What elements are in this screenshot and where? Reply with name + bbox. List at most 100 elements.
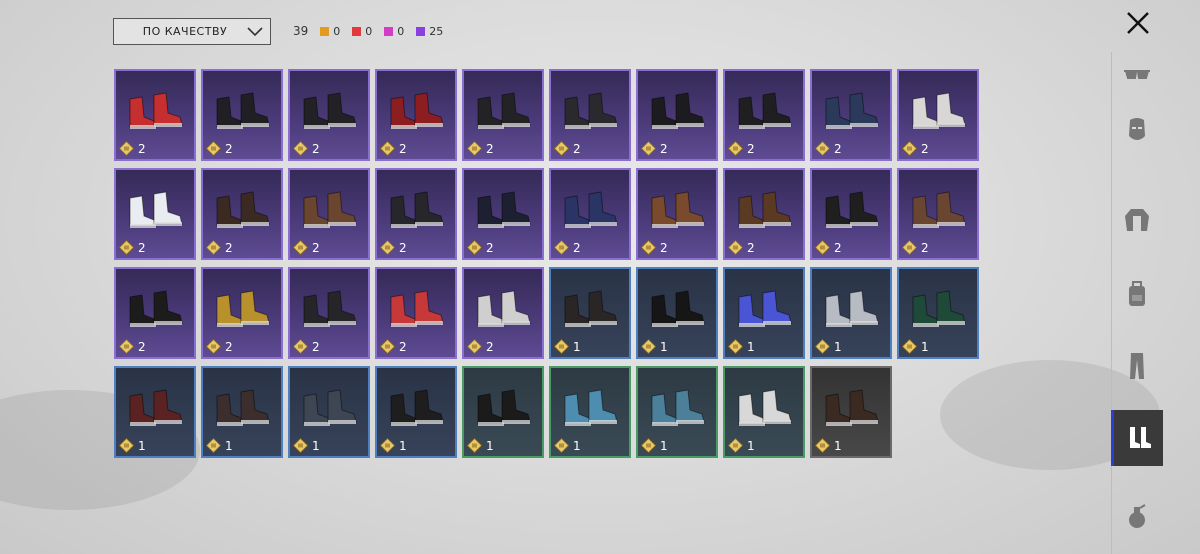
item-card[interactable]: 2 [723, 69, 805, 161]
shoes-icon [216, 290, 270, 327]
item-card[interactable]: 2 [288, 168, 370, 260]
item-card[interactable]: 2 [723, 168, 805, 260]
item-count-badge: 1 [380, 438, 407, 453]
diamond-icon [728, 339, 743, 354]
grenade-icon [1129, 504, 1146, 528]
item-card[interactable]: 1 [549, 366, 631, 458]
item-card[interactable]: 2 [897, 69, 979, 161]
shoes-icon [564, 191, 618, 228]
shoes-icon [912, 191, 966, 228]
quality-count: 0 [352, 25, 372, 38]
item-card[interactable]: 2 [201, 168, 283, 260]
item-card[interactable]: 2 [375, 69, 457, 161]
item-card[interactable]: 1 [549, 267, 631, 359]
category-tab[interactable] [1111, 266, 1163, 322]
item-card[interactable]: 1 [375, 366, 457, 458]
shoes-icon [912, 92, 966, 129]
shoes-icon [651, 92, 705, 129]
item-card[interactable]: 2 [114, 69, 196, 161]
shoes-icon [738, 92, 792, 129]
diamond-icon [641, 141, 656, 156]
item-card[interactable]: 2 [810, 168, 892, 260]
shoes-icon [651, 191, 705, 228]
quality-count-value: 0 [365, 24, 373, 38]
item-card[interactable]: 2 [114, 267, 196, 359]
shoes-icon [303, 389, 357, 426]
item-count: 2 [486, 240, 494, 255]
diamond-icon [293, 141, 308, 156]
item-count-badge: 2 [206, 339, 233, 354]
diamond-icon [206, 141, 221, 156]
item-card[interactable]: 2 [201, 267, 283, 359]
item-card[interactable]: 1 [201, 366, 283, 458]
category-tab[interactable] [1111, 410, 1163, 466]
item-card[interactable]: 1 [810, 267, 892, 359]
item-count: 2 [921, 240, 929, 255]
shoes-icon [825, 191, 879, 228]
item-count: 2 [834, 240, 842, 255]
item-card[interactable]: 2 [288, 69, 370, 161]
item-card[interactable]: 2 [201, 69, 283, 161]
item-card[interactable]: 2 [636, 69, 718, 161]
item-card[interactable]: 1 [462, 366, 544, 458]
diamond-icon [554, 240, 569, 255]
sort-dropdown[interactable]: ПО КАЧЕСТВУ [113, 17, 271, 45]
shoes-icon [738, 290, 792, 327]
item-card[interactable]: 2 [897, 168, 979, 260]
item-count-badge: 2 [293, 240, 320, 255]
close-button[interactable] [1121, 6, 1155, 40]
item-card[interactable]: 2 [462, 69, 544, 161]
item-card[interactable]: 2 [549, 168, 631, 260]
shoes-icon [216, 92, 270, 129]
diamond-icon [380, 438, 395, 453]
item-card[interactable]: 1 [114, 366, 196, 458]
top-bar: ПО КАЧЕСТВУ 39 0 0 0 25 [113, 16, 443, 46]
item-card[interactable]: 1 [288, 366, 370, 458]
item-count: 1 [312, 438, 320, 453]
quality-color-swatch [352, 26, 362, 36]
category-tab[interactable] [1111, 338, 1163, 394]
item-card[interactable]: 1 [723, 366, 805, 458]
item-card[interactable]: 2 [375, 168, 457, 260]
item-count: 2 [834, 141, 842, 156]
item-grid: 2 2 2 2 2 2 2 2 2 2 2 2 2 2 2 2 2 2 2 2 2 2 2 2 2 1 1 1 1 1 1 1 1 1 1 1 1 1 1 [114, 69, 979, 458]
item-card[interactable]: 1 [636, 366, 718, 458]
item-card[interactable]: 2 [375, 267, 457, 359]
item-card[interactable]: 2 [462, 168, 544, 260]
quality-count: 0 [384, 25, 404, 38]
item-card[interactable]: 2 [114, 168, 196, 260]
item-count-badge: 1 [815, 438, 842, 453]
diamond-icon [467, 339, 482, 354]
item-count-badge: 1 [641, 339, 668, 354]
item-card[interactable]: 2 [636, 168, 718, 260]
item-count: 1 [486, 438, 494, 453]
shoes-icon [129, 389, 183, 426]
shoes-icon [216, 191, 270, 228]
item-count-badge: 1 [728, 339, 755, 354]
item-count: 1 [573, 438, 581, 453]
item-card[interactable]: 1 [723, 267, 805, 359]
item-count: 1 [660, 339, 668, 354]
item-count: 2 [225, 240, 233, 255]
category-tab[interactable] [1111, 488, 1163, 544]
quality-color-swatch [384, 26, 394, 36]
item-count: 2 [660, 141, 668, 156]
item-card[interactable]: 2 [549, 69, 631, 161]
item-card[interactable]: 2 [810, 69, 892, 161]
diamond-icon [206, 339, 221, 354]
item-count-badge: 1 [641, 438, 668, 453]
item-card[interactable]: 1 [897, 267, 979, 359]
item-card[interactable]: 2 [462, 267, 544, 359]
item-card[interactable]: 1 [810, 366, 892, 458]
item-card[interactable]: 2 [288, 267, 370, 359]
category-tab[interactable] [1111, 102, 1163, 158]
diamond-icon [902, 240, 917, 255]
mask-icon [1129, 118, 1145, 140]
category-tab[interactable] [1111, 46, 1163, 102]
diamond-icon [206, 438, 221, 453]
diamond-icon [119, 339, 134, 354]
diamond-icon [728, 240, 743, 255]
category-tab[interactable] [1111, 192, 1163, 248]
item-card[interactable]: 1 [636, 267, 718, 359]
item-count: 2 [138, 141, 146, 156]
